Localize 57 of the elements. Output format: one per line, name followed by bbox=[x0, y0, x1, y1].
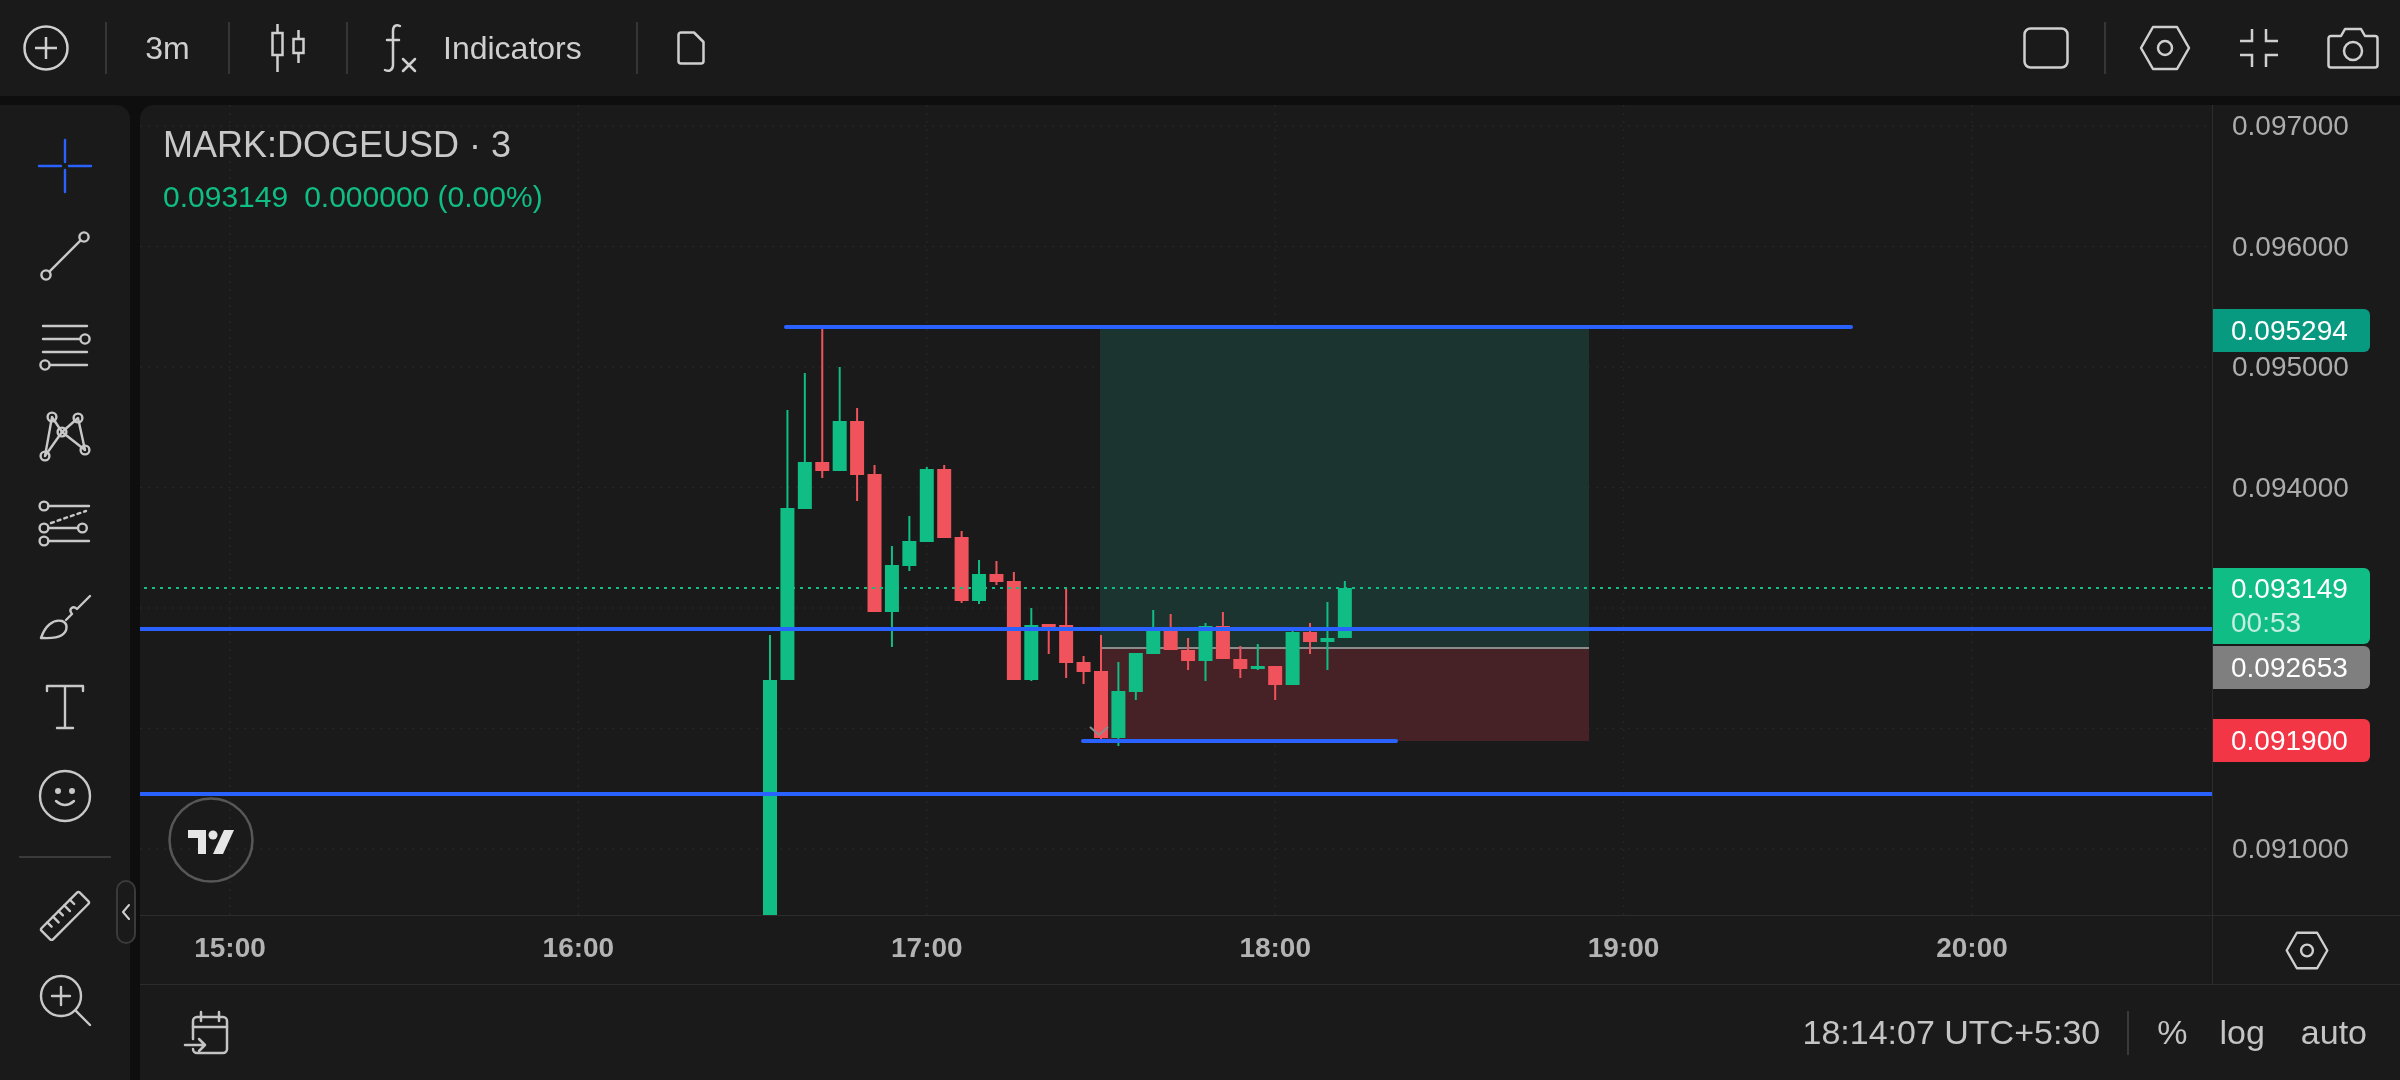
candle bbox=[989, 561, 1004, 585]
price-value: 0.095294 bbox=[2231, 313, 2349, 348]
smiley-icon bbox=[37, 768, 93, 824]
candle bbox=[1268, 666, 1283, 700]
percent-button[interactable]: % bbox=[2153, 1007, 2192, 1058]
price-axis-label: 0.091000 bbox=[2232, 832, 2349, 866]
calendar-icon bbox=[183, 1008, 231, 1057]
time-axis-label: 16:00 bbox=[542, 931, 615, 965]
chevron-left-icon bbox=[122, 904, 130, 920]
candle bbox=[1233, 646, 1248, 678]
document-icon bbox=[677, 31, 705, 65]
interval-button[interactable]: 3m bbox=[107, 0, 228, 96]
zoom-in-icon bbox=[37, 972, 93, 1028]
log-button[interactable]: log bbox=[2215, 1007, 2269, 1058]
function-icon bbox=[383, 23, 419, 73]
candle bbox=[1198, 623, 1213, 681]
trend-line-icon bbox=[37, 228, 93, 284]
settings-icon bbox=[2284, 930, 2329, 970]
crosshair-icon bbox=[37, 138, 93, 194]
indicators-label: Indicators bbox=[443, 29, 582, 68]
price-axis-label: 0.094000 bbox=[2232, 470, 2349, 505]
symbol-title: MARK:DOGEUSD · 3 bbox=[163, 123, 513, 167]
plus-icon bbox=[23, 25, 69, 71]
candle bbox=[1076, 656, 1091, 684]
price-value: 0.091900 bbox=[2231, 723, 2349, 758]
last-price: 0.093149 bbox=[163, 179, 289, 215]
time-axis-label: 15:00 bbox=[194, 931, 266, 965]
time-axis-label: 20:00 bbox=[1936, 931, 2008, 965]
price-axis-label: 0.097000 bbox=[2232, 109, 2349, 143]
collapse-tab[interactable] bbox=[116, 880, 136, 944]
candle bbox=[972, 560, 987, 604]
camera-icon bbox=[2326, 26, 2379, 70]
candle bbox=[1250, 644, 1265, 670]
pattern-icon bbox=[37, 408, 93, 464]
chevron-icon bbox=[1089, 726, 1109, 737]
collapse-icon bbox=[2238, 28, 2279, 68]
logo-icon bbox=[168, 797, 254, 883]
candle bbox=[1320, 602, 1335, 670]
time-axis-label: 18:00 bbox=[1239, 931, 1311, 965]
price-axis-label: 0.095000 bbox=[2232, 350, 2349, 384]
candle bbox=[1181, 638, 1196, 670]
time-axis-label: 17:00 bbox=[891, 931, 963, 965]
candles-icon bbox=[271, 23, 305, 73]
price-change: 0.000000 (0.00%) bbox=[304, 179, 543, 215]
auto-button[interactable]: auto bbox=[2296, 1007, 2371, 1058]
settings-icon bbox=[2139, 25, 2191, 71]
candle bbox=[902, 516, 917, 571]
price-axis-label: 0.096000 bbox=[2232, 229, 2349, 264]
price-value: 0.093149 bbox=[2231, 572, 2349, 606]
countdown-timer: 00:53 bbox=[2231, 606, 2303, 640]
clock-text: 18:14:07 UTC+5:30 bbox=[1802, 1012, 2101, 1053]
ruler-icon bbox=[37, 888, 93, 944]
time-axis-label: 19:00 bbox=[1587, 931, 1660, 965]
price-value: 0.092653 bbox=[2231, 650, 2349, 685]
square-icon bbox=[2023, 27, 2069, 69]
indicators-button[interactable]: Indicators bbox=[348, 0, 636, 96]
candle bbox=[954, 531, 969, 603]
